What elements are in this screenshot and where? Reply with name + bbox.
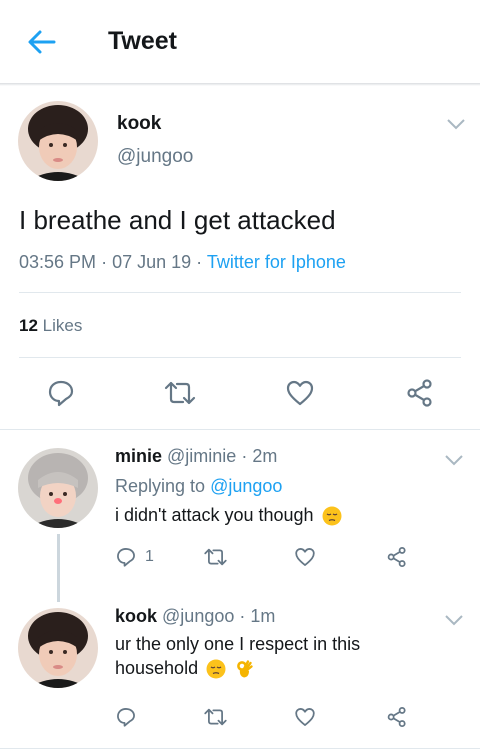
likes-label: Likes xyxy=(42,316,83,335)
reply-header: minie @jiminie · 2m xyxy=(115,446,277,467)
replying-to-handle[interactable]: @jungoo xyxy=(210,476,282,496)
reply-button[interactable]: 1 xyxy=(115,546,154,568)
reply-text-content: household xyxy=(115,658,199,678)
avatar[interactable] xyxy=(18,448,98,528)
reply-author-name[interactable]: minie xyxy=(115,446,162,466)
reply-icon xyxy=(117,708,135,727)
like-button[interactable] xyxy=(285,378,315,408)
reply-header: kook @jungoo · 1m xyxy=(115,606,275,627)
retweet-button[interactable] xyxy=(203,546,228,568)
tweet-source-link[interactable]: Twitter for Iphone xyxy=(207,252,346,272)
author-name[interactable]: kook xyxy=(117,113,161,135)
chevron-down-icon[interactable] xyxy=(444,453,464,466)
heart-icon xyxy=(295,548,315,566)
reply-icon xyxy=(117,548,135,567)
ok-hand-emoji xyxy=(237,660,253,678)
reply-text-line: household xyxy=(115,658,254,679)
like-button[interactable] xyxy=(294,546,316,568)
retweet-icon xyxy=(204,708,227,726)
separator: · xyxy=(196,252,203,272)
author-handle[interactable]: @jungoo xyxy=(117,146,193,168)
share-icon xyxy=(387,546,406,568)
heart-icon xyxy=(295,708,315,726)
share-icon xyxy=(407,379,432,407)
reply-time: · 1m xyxy=(239,606,276,626)
tweet-date: 07 Jun 19 xyxy=(112,252,192,272)
reply-time: · 2m xyxy=(241,446,278,466)
retweet-button[interactable] xyxy=(163,378,197,408)
separator: · xyxy=(101,252,108,272)
tweet-time: 03:56 PM xyxy=(19,252,97,272)
likes-count: 12 xyxy=(19,316,38,335)
share-button[interactable] xyxy=(405,378,435,408)
chevron-down-icon[interactable] xyxy=(446,117,466,130)
page-title: Tweet xyxy=(108,27,177,55)
replying-to: Replying to @jungoo xyxy=(115,476,282,497)
share-icon xyxy=(387,706,406,728)
retweet-icon xyxy=(164,381,196,405)
share-button[interactable] xyxy=(386,546,408,568)
chevron-down-icon[interactable] xyxy=(444,613,464,626)
retweet-button[interactable] xyxy=(203,706,228,728)
retweet-icon xyxy=(204,548,227,566)
share-button[interactable] xyxy=(386,706,408,728)
avatar[interactable] xyxy=(18,101,98,181)
reply-icon xyxy=(48,380,74,407)
divider xyxy=(19,357,461,358)
heart-icon xyxy=(286,380,314,406)
thread-line xyxy=(57,534,60,602)
reply-author-handle[interactable]: @jiminie xyxy=(167,446,236,466)
divider xyxy=(0,429,480,430)
divider xyxy=(0,748,480,749)
reply-button[interactable] xyxy=(115,706,137,728)
avatar[interactable] xyxy=(18,608,98,688)
like-button[interactable] xyxy=(294,706,316,728)
reply-author-handle[interactable]: @jungoo xyxy=(162,606,234,626)
tweet-meta: 03:56 PM · 07 Jun 19 · Twitter for Iphon… xyxy=(19,252,346,273)
likes-link[interactable]: 12 Likes xyxy=(19,316,82,336)
pensive-face-emoji xyxy=(322,506,342,526)
top-bar-shadow xyxy=(0,83,480,86)
reply-text-line: ur the only one I respect in this xyxy=(115,634,361,654)
reply-text-content: i didn't attack you though xyxy=(115,505,314,525)
back-arrow-icon[interactable] xyxy=(26,28,58,56)
divider xyxy=(19,292,461,293)
reply-count: 1 xyxy=(145,548,154,565)
reply-button[interactable] xyxy=(46,378,76,408)
reply-author-name[interactable]: kook xyxy=(115,606,157,626)
reply-text: i didn't attack you though xyxy=(115,505,342,526)
tweet-text: I breathe and I get attacked xyxy=(19,205,336,235)
pensive-face-emoji xyxy=(206,659,226,679)
top-bar xyxy=(0,0,480,84)
replying-to-label: Replying to xyxy=(115,476,206,496)
